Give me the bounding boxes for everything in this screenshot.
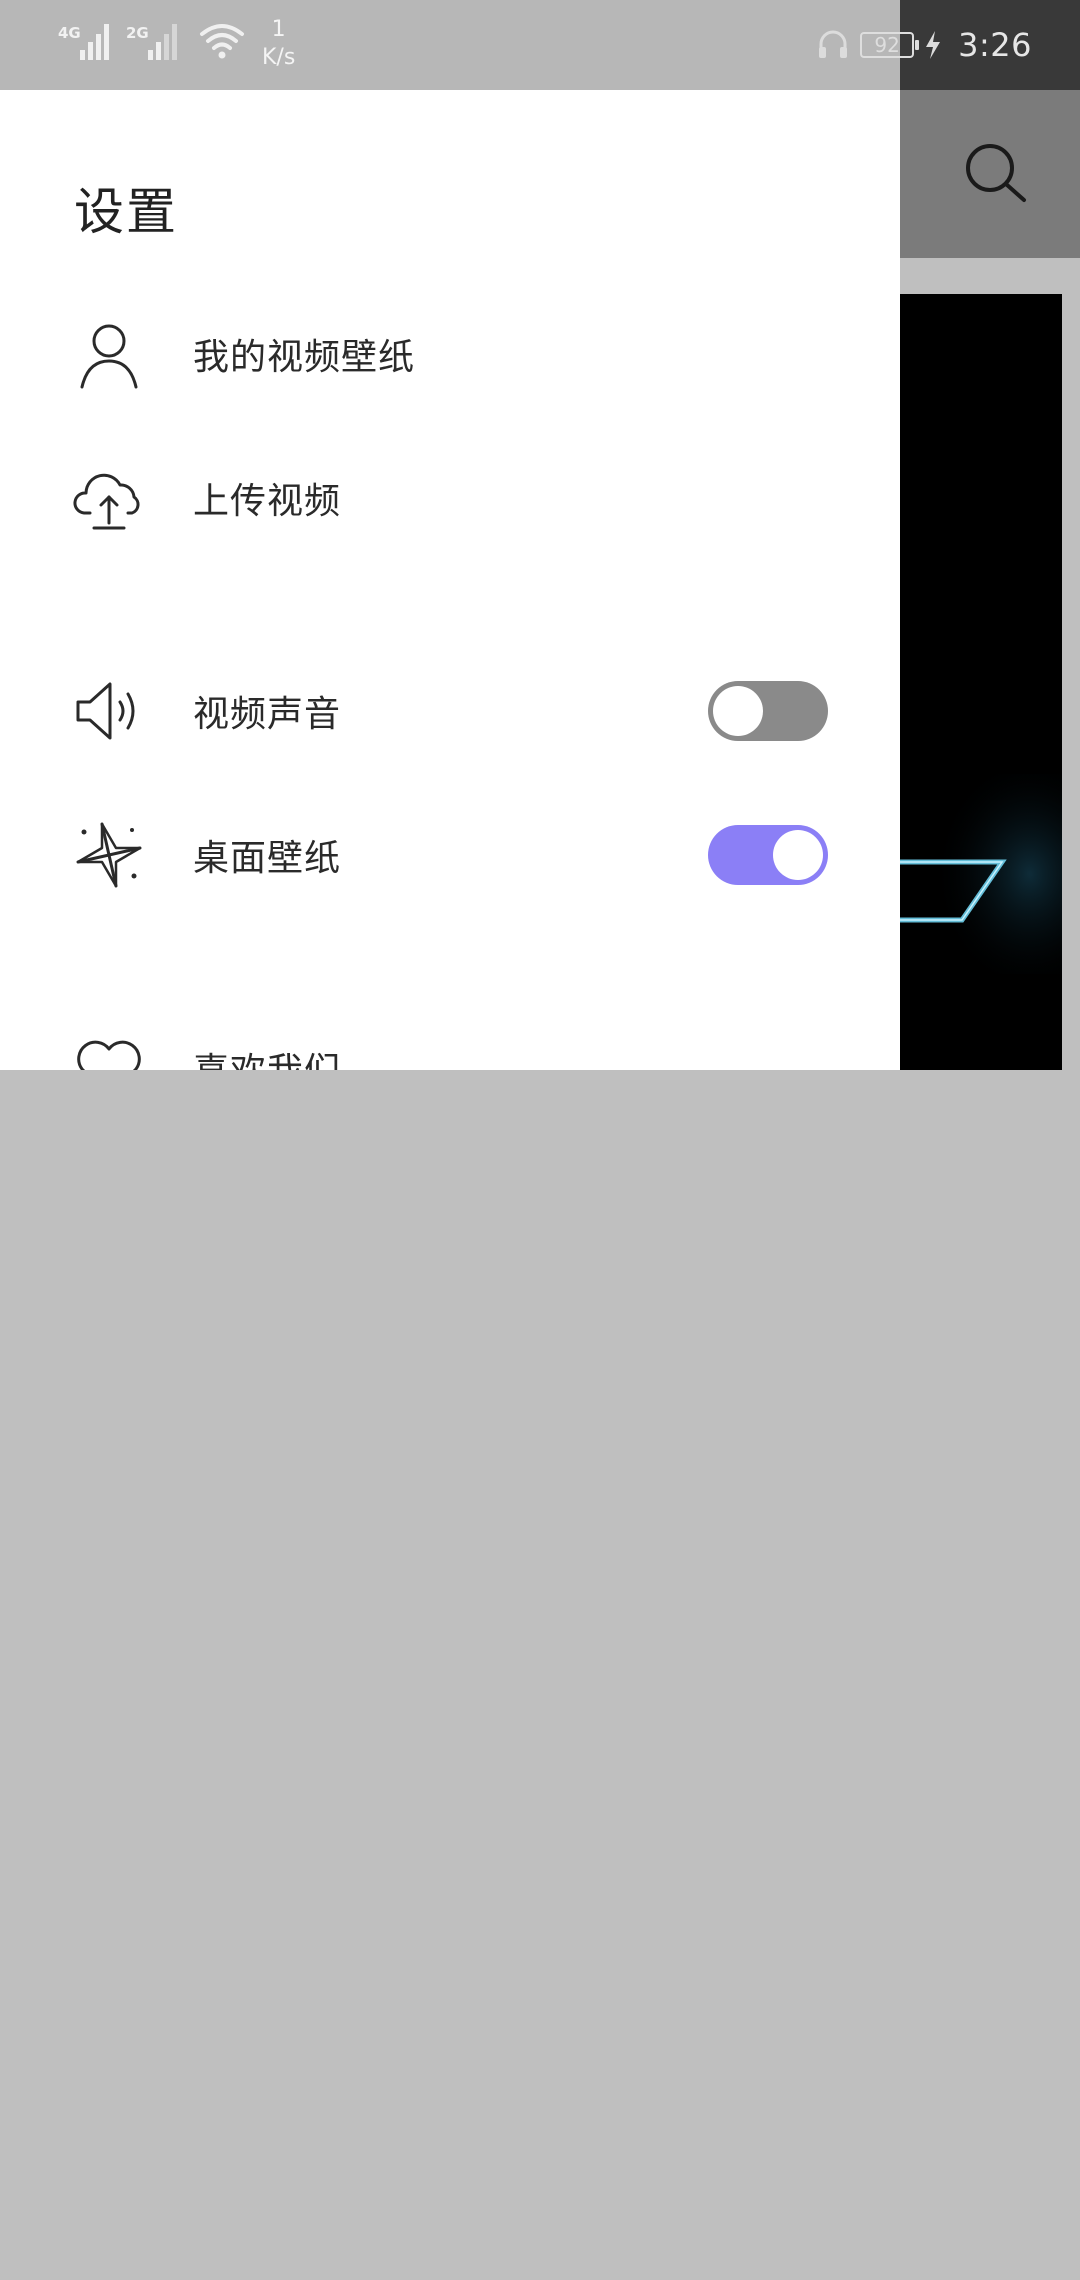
drawer-title: 设置 <box>74 183 178 241</box>
user-icon <box>80 324 138 389</box>
headphones-icon <box>819 30 848 58</box>
network-type-1: 4G <box>58 24 81 42</box>
menu-item-label: 我的视频壁纸 <box>193 337 416 378</box>
speed-unit: K/s <box>262 45 296 70</box>
status-right: 92 3:26 <box>816 20 1032 70</box>
signal-bars-icon <box>80 24 109 60</box>
wifi-icon <box>200 24 244 59</box>
signal-4g: 4G <box>58 16 116 64</box>
menu-item-video-sound: 视频声音 <box>0 656 900 766</box>
menu-item-desktop-wallpaper: 桌面壁纸 <box>0 800 900 910</box>
status-left: 4G 2G 1 K/s <box>58 16 295 76</box>
menu-item-like-us[interactable]: 喜欢我们 <box>0 1013 900 1070</box>
speed-value: 1 <box>271 17 286 42</box>
charging-icon <box>926 31 941 59</box>
video-wallpaper-thumbnail[interactable] <box>900 294 1062 1070</box>
battery-indicator: 92 <box>860 32 920 58</box>
settings-drawer: 设置 我的视频壁纸 上传视频 视频声音 桌面壁纸 <box>0 90 900 1070</box>
video-sound-toggle[interactable] <box>708 681 828 741</box>
cloud-upload-icon <box>73 473 140 530</box>
sparkle-star-icon <box>76 822 142 888</box>
menu-item-my-video-wallpapers[interactable]: 我的视频壁纸 <box>0 299 900 409</box>
neon-shape-image <box>900 774 1062 974</box>
signal-2g: 2G <box>126 16 184 64</box>
menu-item-label: 桌面壁纸 <box>193 838 342 879</box>
signal-bars-icon <box>148 24 177 60</box>
toggle-knob <box>773 830 823 880</box>
heart-icon <box>77 1040 141 1070</box>
speaker-icon <box>76 682 135 740</box>
search-icon[interactable] <box>962 140 1028 206</box>
menu-item-label: 上传视频 <box>193 481 342 522</box>
desktop-wallpaper-toggle[interactable] <box>708 825 828 885</box>
status-bar: 4G 2G 1 K/s 92 3:26 <box>0 0 1080 90</box>
menu-item-upload-video[interactable]: 上传视频 <box>0 443 900 553</box>
network-type-2: 2G <box>126 24 149 42</box>
network-speed: 1 K/s <box>262 16 295 72</box>
toggle-knob <box>713 686 763 736</box>
menu-item-label: 喜欢我们 <box>193 1042 341 1070</box>
menu-item-label: 视频声音 <box>193 694 342 735</box>
clock: 3:26 <box>958 26 1032 64</box>
